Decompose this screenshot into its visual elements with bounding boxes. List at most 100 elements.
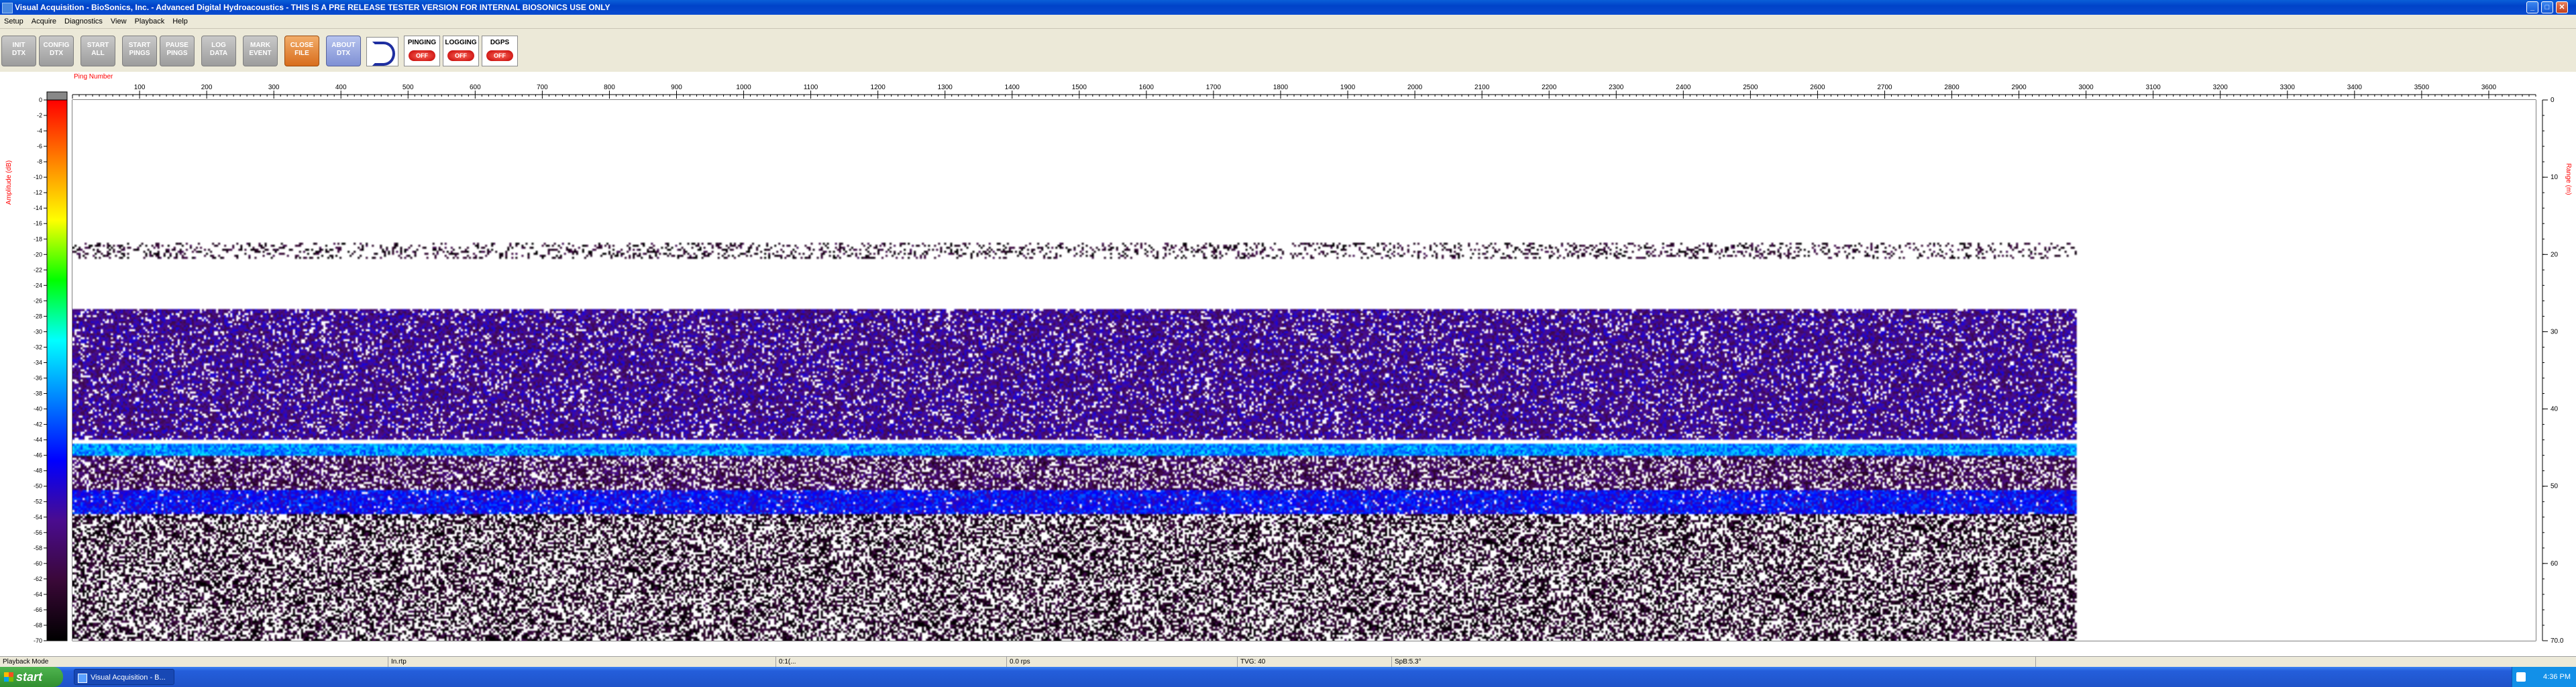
logging-state: OFF [447,50,474,61]
colorbar-tick-label: -42 [34,421,42,428]
range-tick-label: 70.0 [2551,637,2564,645]
ping-tick-label: 3400 [2347,84,2363,91]
colorbar-tick-label: -32 [34,344,42,350]
start-all-button[interactable]: START ALL [80,36,115,66]
ping-tick-label: 100 [134,84,146,91]
colorbar-tick-label: -12 [34,189,42,196]
colorbar-tick-label: -38 [34,390,42,397]
config-dtx-button[interactable]: CONFIG DTX [39,36,74,66]
colorbar-tick-label: -62 [34,576,42,582]
status-spb: SpB:5.3° [1391,657,2035,668]
clock: 4:36 PM [2543,673,2571,681]
app-window-icon [78,674,87,683]
colorbar-tick-label: 0 [39,97,42,103]
close-window-button[interactable]: ✕ [2556,1,2568,13]
menu-bar: Setup Acquire Diagnostics View Playback Help [0,15,2576,29]
ping-tick-label: 2500 [1743,84,1758,91]
colorbar-tick-label: -16 [34,220,42,227]
status-file: In.rtp [388,657,775,668]
ping-tick-label: 3000 [2079,84,2094,91]
menu-setup[interactable]: Setup [0,15,28,28]
app-icon [2,3,13,13]
menu-help[interactable]: Help [168,15,192,28]
pause-pings-button[interactable]: PAUSE PINGS [160,36,195,66]
range-tick-label: 20 [2551,251,2559,258]
log-data-button[interactable]: LOG DATA [201,36,236,66]
menu-view[interactable]: View [107,15,131,28]
ping-number-label: Ping Number [74,73,113,81]
ping-tick-label: 2400 [1676,84,1691,91]
ping-tick-label: 3600 [2481,84,2497,91]
colorbar-tick-label: -36 [34,375,42,382]
ping-tick-label: 1800 [1273,84,1289,91]
range-tick-label: 50 [2551,483,2559,490]
title-bar: Visual Acquisition - BioSonics, Inc. - A… [0,0,2576,15]
status-empty [2035,657,2576,668]
colorbar-tick-label: -30 [34,328,42,335]
ping-tick-label: 500 [402,84,414,91]
menu-diagnostics[interactable]: Diagnostics [60,15,107,28]
colorbar-tick-label: -44 [34,437,42,443]
start-label: start [16,670,43,684]
echogram-image [72,100,2536,641]
colorbar-tick-label: -54 [34,514,42,521]
status-bar: Playback Mode In.rtp 0:1(... 0.0 rps TVG… [0,656,2576,668]
colorbar-tick-label: -48 [34,468,42,474]
ping-tick-label: 3200 [2213,84,2229,91]
ping-tick-label: 1700 [1206,84,1222,91]
amplitude-axis-label: Amplitude (dB) [5,160,13,205]
colorbar-tick-label: -14 [34,205,42,211]
task-label: Visual Acquisition - B... [91,674,166,682]
range-tick-label: 10 [2551,174,2559,181]
logging-indicator: LOGGING OFF [443,36,479,66]
menu-acquire[interactable]: Acquire [28,15,60,28]
close-file-button[interactable]: CLOSE FILE [284,36,319,66]
start-button[interactable]: start [0,667,63,687]
colorbar-tick-label: -20 [34,251,42,258]
ping-tick-label: 1300 [938,84,953,91]
range-tick-label: 30 [2551,328,2559,335]
colorbar-tick-label: -52 [34,498,42,505]
ping-tick-label: 600 [470,84,481,91]
init-dtx-button[interactable]: INIT DTX [1,36,36,66]
menu-playback[interactable]: Playback [131,15,169,28]
taskbar-item-visual-acquisition[interactable]: Visual Acquisition - B... [74,669,174,685]
network-icon[interactable] [2516,672,2526,682]
pinging-label: PINGING [407,39,437,46]
ping-tick-label: 200 [201,84,213,91]
ping-tick-label: 1200 [871,84,886,91]
range-tick-label: 60 [2551,560,2559,568]
pinging-indicator: PINGING OFF [404,36,440,66]
colorbar-tick-label: -64 [34,591,42,598]
colorbar-tick-label: -22 [34,266,42,273]
echogram-chart: 0 -2 -4 -6 -8 -10 -12 -14 -16 -18 -20 -22 -24 -26 -28 -… [5,73,2572,645]
ping-tick-label: 2900 [2011,84,2027,91]
ping-tick-label: 1400 [1005,84,1020,91]
colorbar-tick-label: -6 [37,143,42,150]
ping-tick-label: 1600 [1139,84,1155,91]
range-tick-label: 40 [2551,406,2559,413]
windows-flag-icon [4,672,13,682]
colorbar-tick-label: -8 [37,158,42,165]
dgps-indicator: DGPS OFF [482,36,518,66]
status-mode: Playback Mode [3,658,49,666]
colorbar-cap [46,91,68,101]
ping-tick-label: 1100 [804,84,818,91]
range-axis: 0 10 20 30 40 50 60 70.0 [2542,97,2564,645]
start-pings-button[interactable]: START PINGS [122,36,157,66]
colorbar-tick-label: -28 [34,313,42,319]
status-rate: 0.0 rps [1006,657,1237,668]
ping-tick-label: 2800 [1944,84,1960,91]
colorbar-tick-label: -58 [34,545,42,551]
colorbar-tick-label: -4 [37,127,42,134]
status-tvg: TVG: 40 [1237,657,1391,668]
minimize-button[interactable]: _ [2526,1,2538,13]
ping-tick-label: 3500 [2414,84,2430,91]
mark-event-button[interactable]: MARK EVENT [243,36,278,66]
ping-tick-label: 3300 [2280,84,2296,91]
colorbar-gradient [46,99,68,641]
maximize-button[interactable]: □ [2541,1,2553,13]
about-dtx-button[interactable]: ABOUT DTX [326,36,361,66]
pinging-state: OFF [409,50,435,61]
amplitude-colorbar [46,91,68,641]
